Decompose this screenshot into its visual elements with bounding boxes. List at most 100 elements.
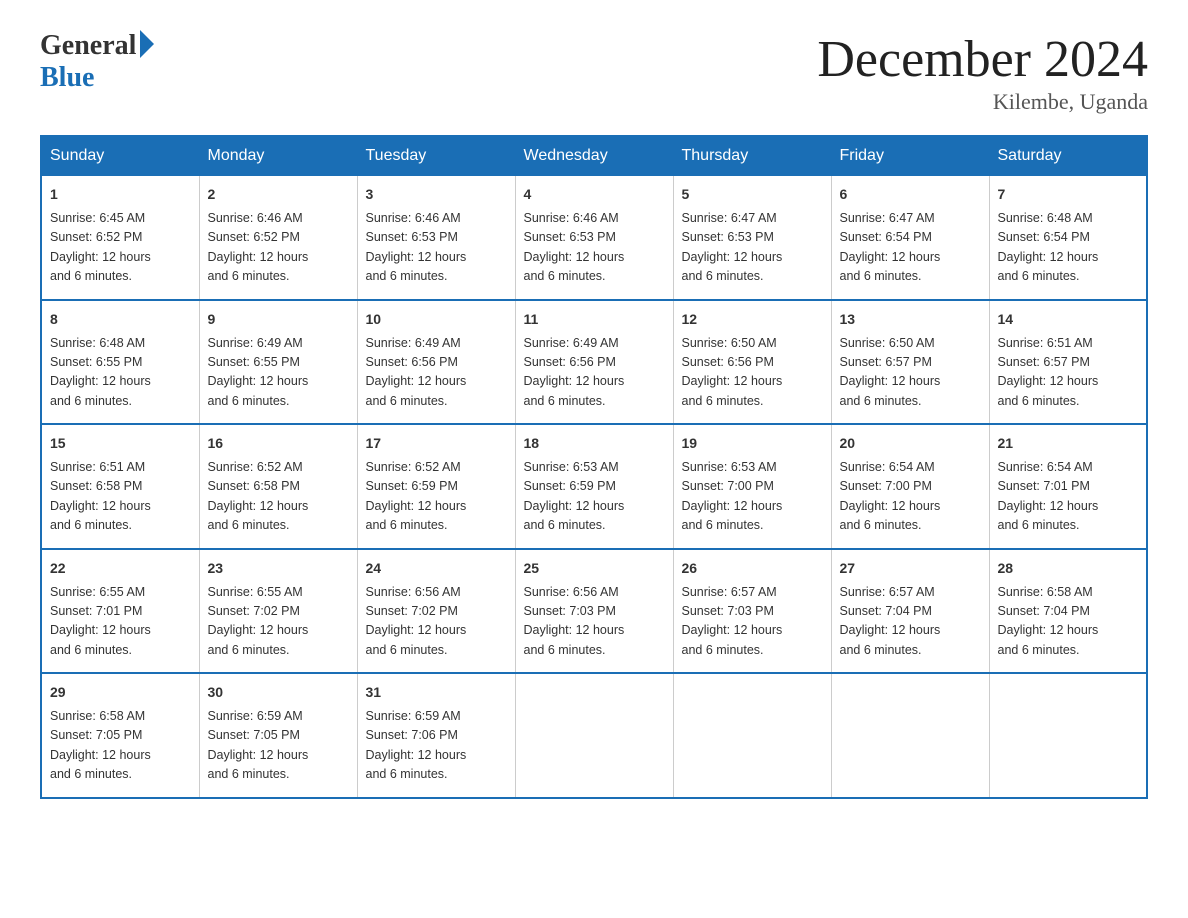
- column-header-monday: Monday: [199, 136, 357, 176]
- day-number: 31: [366, 682, 507, 703]
- calendar-cell: 8 Sunrise: 6:48 AMSunset: 6:55 PMDayligh…: [41, 300, 199, 425]
- day-info: Sunrise: 6:51 AMSunset: 6:57 PMDaylight:…: [998, 336, 1099, 408]
- calendar-cell: 31 Sunrise: 6:59 AMSunset: 7:06 PMDaylig…: [357, 673, 515, 798]
- calendar-cell: 30 Sunrise: 6:59 AMSunset: 7:05 PMDaylig…: [199, 673, 357, 798]
- day-number: 24: [366, 558, 507, 579]
- day-number: 8: [50, 309, 191, 330]
- day-info: Sunrise: 6:55 AMSunset: 7:01 PMDaylight:…: [50, 585, 151, 657]
- day-info: Sunrise: 6:53 AMSunset: 6:59 PMDaylight:…: [524, 460, 625, 532]
- page-header: General Blue December 2024 Kilembe, Ugan…: [40, 30, 1148, 115]
- day-info: Sunrise: 6:52 AMSunset: 6:58 PMDaylight:…: [208, 460, 309, 532]
- day-info: Sunrise: 6:51 AMSunset: 6:58 PMDaylight:…: [50, 460, 151, 532]
- day-info: Sunrise: 6:58 AMSunset: 7:04 PMDaylight:…: [998, 585, 1099, 657]
- day-info: Sunrise: 6:47 AMSunset: 6:53 PMDaylight:…: [682, 211, 783, 283]
- calendar-table: SundayMondayTuesdayWednesdayThursdayFrid…: [40, 135, 1148, 799]
- day-number: 17: [366, 433, 507, 454]
- calendar-cell: 11 Sunrise: 6:49 AMSunset: 6:56 PMDaylig…: [515, 300, 673, 425]
- day-info: Sunrise: 6:57 AMSunset: 7:03 PMDaylight:…: [682, 585, 783, 657]
- calendar-cell: 13 Sunrise: 6:50 AMSunset: 6:57 PMDaylig…: [831, 300, 989, 425]
- day-number: 26: [682, 558, 823, 579]
- day-number: 18: [524, 433, 665, 454]
- logo-text-general: General: [40, 30, 136, 62]
- column-header-wednesday: Wednesday: [515, 136, 673, 176]
- title-section: December 2024 Kilembe, Uganda: [817, 30, 1148, 115]
- day-info: Sunrise: 6:46 AMSunset: 6:52 PMDaylight:…: [208, 211, 309, 283]
- calendar-week-row: 22 Sunrise: 6:55 AMSunset: 7:01 PMDaylig…: [41, 549, 1147, 674]
- day-info: Sunrise: 6:48 AMSunset: 6:55 PMDaylight:…: [50, 336, 151, 408]
- calendar-cell: 20 Sunrise: 6:54 AMSunset: 7:00 PMDaylig…: [831, 424, 989, 549]
- day-number: 2: [208, 184, 349, 205]
- day-info: Sunrise: 6:59 AMSunset: 7:05 PMDaylight:…: [208, 709, 309, 781]
- calendar-cell: 22 Sunrise: 6:55 AMSunset: 7:01 PMDaylig…: [41, 549, 199, 674]
- day-number: 20: [840, 433, 981, 454]
- day-info: Sunrise: 6:56 AMSunset: 7:03 PMDaylight:…: [524, 585, 625, 657]
- calendar-cell: 2 Sunrise: 6:46 AMSunset: 6:52 PMDayligh…: [199, 176, 357, 300]
- calendar-cell: 1 Sunrise: 6:45 AMSunset: 6:52 PMDayligh…: [41, 176, 199, 300]
- calendar-cell: 5 Sunrise: 6:47 AMSunset: 6:53 PMDayligh…: [673, 176, 831, 300]
- calendar-cell: 25 Sunrise: 6:56 AMSunset: 7:03 PMDaylig…: [515, 549, 673, 674]
- day-info: Sunrise: 6:56 AMSunset: 7:02 PMDaylight:…: [366, 585, 467, 657]
- day-number: 23: [208, 558, 349, 579]
- day-number: 4: [524, 184, 665, 205]
- column-header-saturday: Saturday: [989, 136, 1147, 176]
- day-number: 27: [840, 558, 981, 579]
- calendar-cell: 7 Sunrise: 6:48 AMSunset: 6:54 PMDayligh…: [989, 176, 1147, 300]
- day-number: 13: [840, 309, 981, 330]
- calendar-cell: 29 Sunrise: 6:58 AMSunset: 7:05 PMDaylig…: [41, 673, 199, 798]
- day-info: Sunrise: 6:55 AMSunset: 7:02 PMDaylight:…: [208, 585, 309, 657]
- day-info: Sunrise: 6:57 AMSunset: 7:04 PMDaylight:…: [840, 585, 941, 657]
- location: Kilembe, Uganda: [817, 89, 1148, 115]
- day-number: 30: [208, 682, 349, 703]
- column-header-friday: Friday: [831, 136, 989, 176]
- calendar-cell: 6 Sunrise: 6:47 AMSunset: 6:54 PMDayligh…: [831, 176, 989, 300]
- day-number: 22: [50, 558, 191, 579]
- calendar-cell: 21 Sunrise: 6:54 AMSunset: 7:01 PMDaylig…: [989, 424, 1147, 549]
- day-number: 21: [998, 433, 1139, 454]
- column-header-sunday: Sunday: [41, 136, 199, 176]
- calendar-week-row: 15 Sunrise: 6:51 AMSunset: 6:58 PMDaylig…: [41, 424, 1147, 549]
- calendar-cell: 23 Sunrise: 6:55 AMSunset: 7:02 PMDaylig…: [199, 549, 357, 674]
- calendar-cell: 24 Sunrise: 6:56 AMSunset: 7:02 PMDaylig…: [357, 549, 515, 674]
- day-info: Sunrise: 6:53 AMSunset: 7:00 PMDaylight:…: [682, 460, 783, 532]
- calendar-week-row: 1 Sunrise: 6:45 AMSunset: 6:52 PMDayligh…: [41, 176, 1147, 300]
- day-number: 9: [208, 309, 349, 330]
- day-number: 11: [524, 309, 665, 330]
- calendar-cell: 12 Sunrise: 6:50 AMSunset: 6:56 PMDaylig…: [673, 300, 831, 425]
- day-info: Sunrise: 6:45 AMSunset: 6:52 PMDaylight:…: [50, 211, 151, 283]
- calendar-cell: 15 Sunrise: 6:51 AMSunset: 6:58 PMDaylig…: [41, 424, 199, 549]
- day-info: Sunrise: 6:47 AMSunset: 6:54 PMDaylight:…: [840, 211, 941, 283]
- calendar-header-row: SundayMondayTuesdayWednesdayThursdayFrid…: [41, 136, 1147, 176]
- day-number: 10: [366, 309, 507, 330]
- calendar-cell: 10 Sunrise: 6:49 AMSunset: 6:56 PMDaylig…: [357, 300, 515, 425]
- day-number: 19: [682, 433, 823, 454]
- logo-triangle-icon: [140, 30, 154, 58]
- day-info: Sunrise: 6:50 AMSunset: 6:57 PMDaylight:…: [840, 336, 941, 408]
- day-info: Sunrise: 6:49 AMSunset: 6:56 PMDaylight:…: [366, 336, 467, 408]
- calendar-cell: [989, 673, 1147, 798]
- day-info: Sunrise: 6:46 AMSunset: 6:53 PMDaylight:…: [524, 211, 625, 283]
- column-header-tuesday: Tuesday: [357, 136, 515, 176]
- logo: General Blue: [40, 30, 154, 94]
- column-header-thursday: Thursday: [673, 136, 831, 176]
- day-number: 25: [524, 558, 665, 579]
- day-info: Sunrise: 6:50 AMSunset: 6:56 PMDaylight:…: [682, 336, 783, 408]
- day-info: Sunrise: 6:54 AMSunset: 7:00 PMDaylight:…: [840, 460, 941, 532]
- calendar-cell: [515, 673, 673, 798]
- calendar-cell: 9 Sunrise: 6:49 AMSunset: 6:55 PMDayligh…: [199, 300, 357, 425]
- day-info: Sunrise: 6:46 AMSunset: 6:53 PMDaylight:…: [366, 211, 467, 283]
- day-number: 7: [998, 184, 1139, 205]
- calendar-cell: 17 Sunrise: 6:52 AMSunset: 6:59 PMDaylig…: [357, 424, 515, 549]
- calendar-cell: 4 Sunrise: 6:46 AMSunset: 6:53 PMDayligh…: [515, 176, 673, 300]
- day-number: 12: [682, 309, 823, 330]
- calendar-cell: 14 Sunrise: 6:51 AMSunset: 6:57 PMDaylig…: [989, 300, 1147, 425]
- day-info: Sunrise: 6:58 AMSunset: 7:05 PMDaylight:…: [50, 709, 151, 781]
- day-info: Sunrise: 6:48 AMSunset: 6:54 PMDaylight:…: [998, 211, 1099, 283]
- calendar-cell: [673, 673, 831, 798]
- calendar-cell: 16 Sunrise: 6:52 AMSunset: 6:58 PMDaylig…: [199, 424, 357, 549]
- calendar-cell: 18 Sunrise: 6:53 AMSunset: 6:59 PMDaylig…: [515, 424, 673, 549]
- day-number: 3: [366, 184, 507, 205]
- day-info: Sunrise: 6:49 AMSunset: 6:56 PMDaylight:…: [524, 336, 625, 408]
- logo-text-blue: Blue: [40, 62, 94, 93]
- day-number: 28: [998, 558, 1139, 579]
- calendar-cell: 19 Sunrise: 6:53 AMSunset: 7:00 PMDaylig…: [673, 424, 831, 549]
